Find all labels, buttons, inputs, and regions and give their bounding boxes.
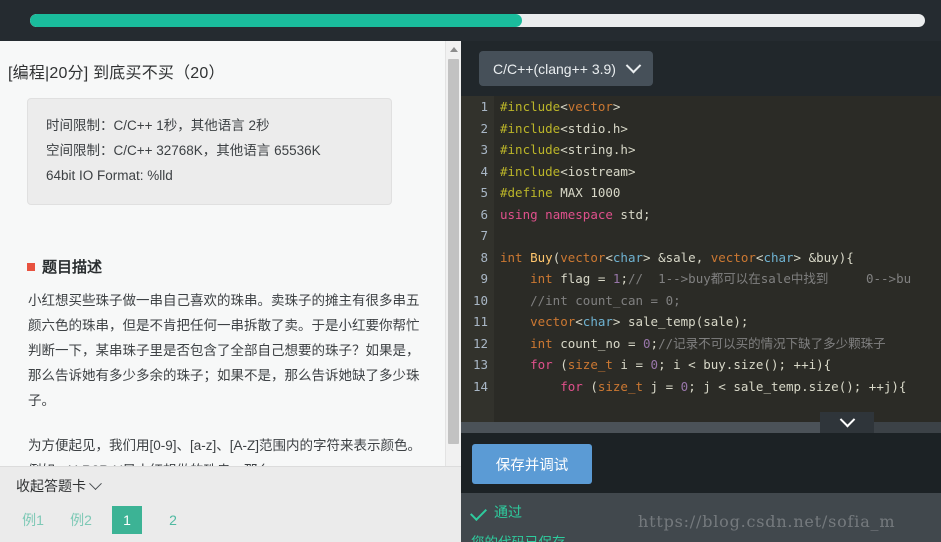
code-line[interactable]: #include<stdio.h>	[494, 118, 941, 140]
line-number: 6	[480, 206, 488, 222]
language-select-value: C/C++(clang++ 3.9)	[493, 60, 616, 77]
line-number: 2	[480, 120, 488, 136]
answer-card-tab-例1[interactable]: 例1	[16, 506, 50, 534]
line-number: 14	[472, 378, 488, 394]
io-format: 64bit IO Format: %lld	[46, 168, 173, 183]
scroll-up-icon[interactable]	[446, 41, 461, 57]
code-line[interactable]: int Buy(vector<char> &sale, vector<char>…	[494, 247, 941, 269]
language-select[interactable]: C/C++(clang++ 3.9)	[479, 51, 653, 86]
memory-limit: 空间限制：C/C++ 32768K，其他语言 65536K	[46, 143, 321, 158]
code-line[interactable]: #include<vector>	[494, 96, 941, 118]
code-line[interactable]: vector<char> sale_temp(sale);	[494, 311, 941, 333]
chevron-down-icon	[89, 476, 102, 490]
scrollbar-thumb[interactable]	[448, 59, 459, 444]
line-number-gutter: 1 2 3 4 5 6 7 8 9 10 11 12 13 14	[461, 96, 494, 426]
progress-track	[30, 14, 925, 27]
answer-card-tab-例2[interactable]: 例2	[64, 506, 98, 534]
problem-description: 小红想买些珠子做一串自己喜欢的珠串。卖珠子的摊主有很多串五颜六色的珠串，但是不肯…	[28, 288, 422, 466]
line-number: 13	[472, 357, 488, 372]
status-label: 通过	[494, 504, 522, 520]
collapse-answer-card-label: 收起答题卡	[16, 478, 86, 494]
code-line[interactable]: #include<iostream>	[494, 161, 941, 183]
code-line[interactable]: for (size_t i = 0; i < buy.size(); ++i){	[494, 354, 941, 376]
check-icon	[470, 503, 487, 521]
answer-card-tab-2[interactable]: 2	[156, 506, 190, 534]
status-badge: 通过	[470, 502, 522, 522]
answer-card-tab-1[interactable]: 1	[112, 506, 142, 534]
chevron-down-icon	[839, 411, 855, 428]
constraints-box: 时间限制：C/C++ 1秒，其他语言 2秒 空间限制：C/C++ 32768K，…	[27, 98, 392, 205]
problem-panel-scrollbar[interactable]	[445, 41, 461, 466]
editor-collapse-button[interactable]	[820, 411, 874, 433]
editor-actions: 保存并调试	[461, 433, 941, 493]
page-title: [编程|20分] 到底买不买（20）	[8, 65, 225, 82]
time-limit: 时间限制：C/C++ 1秒，其他语言 2秒	[46, 118, 270, 133]
code-editor[interactable]: 1 2 3 4 5 6 7 8 9 10 11 12 13 14 #include<vector> #inc…	[461, 96, 941, 426]
line-number: 10	[472, 292, 488, 308]
section-heading-description: 题目描述	[27, 256, 102, 277]
chevron-down-icon	[625, 57, 642, 74]
line-number: 4	[480, 163, 488, 179]
line-number: 8	[480, 249, 488, 265]
code-line[interactable]: int count_no = 0;//记录不可以买的情况下缺了多少颗珠子	[494, 333, 941, 355]
code-line[interactable]	[494, 225, 941, 247]
description-paragraph: 为方便起见，我们用[0-9]、[a-z]、[A-Z]范围内的字符来表示颜色。例如…	[28, 438, 422, 466]
collapse-answer-card-button[interactable]: 收起答题卡	[16, 476, 102, 496]
code-panel: C/C++(clang++ 3.9) 重置 123456789101112131…	[461, 41, 941, 542]
line-number: 1	[480, 99, 488, 114]
answer-card-tabs: 例1 例2 1 2	[16, 506, 204, 534]
problem-panel: [编程|20分] 到底买不买（20） 时间限制：C/C++ 1秒，其他语言 2秒…	[0, 41, 461, 466]
code-content[interactable]: #include<vector> #include<stdio.h> #includ…	[494, 96, 941, 397]
save-and-debug-button[interactable]: 保存并调试	[472, 444, 592, 484]
line-number: 5	[480, 185, 488, 200]
line-number: 11	[472, 314, 488, 329]
section-heading-label: 题目描述	[42, 259, 103, 276]
line-number: 3	[480, 142, 488, 157]
line-number: 12	[472, 335, 488, 351]
code-line[interactable]: int flag = 1;// 1-->buy都可以在sale中找到 0-->b…	[494, 268, 941, 290]
code-line[interactable]: //int count_can = 0;	[494, 290, 941, 312]
progress-fill	[30, 14, 523, 27]
code-line[interactable]: using namespace std;	[494, 204, 941, 226]
exam-ide-page: [编程|20分] 到底买不买（20） 时间限制：C/C++ 1秒，其他语言 2秒…	[0, 0, 941, 542]
top-progress-bar	[0, 0, 941, 41]
code-toolbar: C/C++(clang++ 3.9) 重置	[461, 41, 941, 96]
watermark: https://blog.csdn.net/sofia_m	[638, 512, 896, 531]
square-marker-icon	[27, 262, 35, 271]
line-number: 7	[480, 228, 488, 243]
scrollbar-thumb[interactable]	[461, 422, 821, 433]
result-message: 您的代码已保存	[471, 531, 566, 542]
line-number: 9	[480, 271, 488, 286]
code-line[interactable]: #include<string.h>	[494, 139, 941, 161]
answer-card-bar: 收起答题卡 例1 例2 1 2	[0, 466, 461, 542]
description-paragraph: 小红想买些珠子做一串自己喜欢的珠串。卖珠子的摊主有很多串五颜六色的珠串，但是不肯…	[28, 293, 420, 408]
code-line[interactable]: #define MAX 1000	[494, 182, 941, 204]
code-line[interactable]: for (size_t j = 0; j < sale_temp.size();…	[494, 376, 941, 398]
